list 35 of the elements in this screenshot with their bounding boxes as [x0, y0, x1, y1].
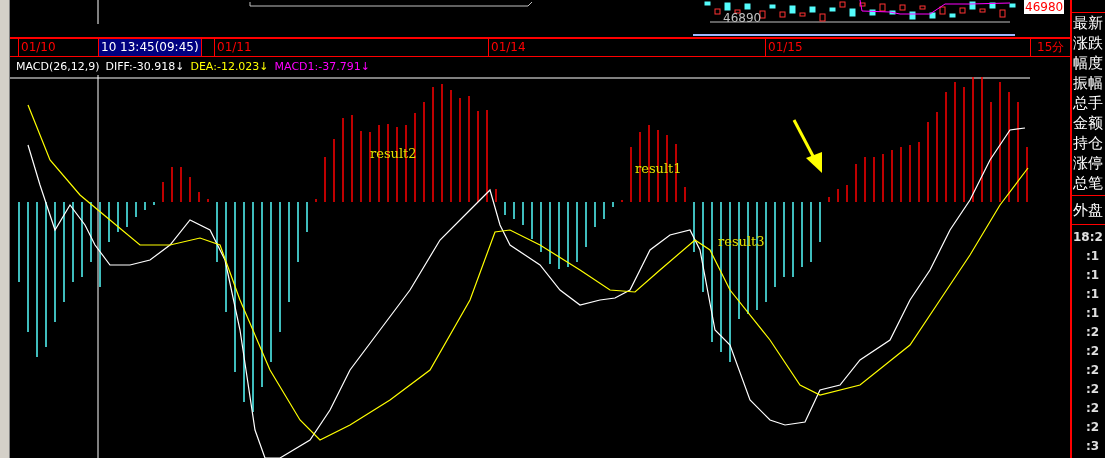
quote-label: 振幅 — [1072, 73, 1104, 93]
trade-time: :2 — [1085, 362, 1101, 379]
time-axis-label: 10 13:45(09:45) — [98, 39, 202, 56]
time-axis-label: 01/14 — [488, 39, 528, 56]
trade-time: :2 — [1085, 343, 1101, 360]
time-axis-label: 01/11 — [214, 39, 254, 56]
arrow-icon — [792, 118, 824, 174]
price-tag: 46980 — [1024, 0, 1065, 14]
quote-label: 总手 — [1072, 93, 1104, 113]
quote-label: 最新 — [1072, 13, 1104, 33]
quote-label: 总笔 — [1072, 173, 1104, 193]
trade-time: :1 — [1085, 305, 1101, 322]
indicator-value: DEA:-12.023↓ — [190, 60, 269, 72]
trade-time: :1 — [1085, 248, 1101, 265]
quote-label: 外盘 — [1072, 201, 1103, 219]
quote-label: 涨跌 — [1072, 33, 1104, 53]
period-label: 15分 — [1030, 39, 1070, 56]
indicator-value: MACD1:-37.791↓ — [274, 60, 370, 72]
quote-label: 金额 — [1072, 113, 1104, 133]
trade-time: :2 — [1085, 324, 1101, 341]
trade-time: 18:2 — [1072, 229, 1104, 246]
indicator-name: MACD(26,12,9) — [16, 60, 100, 72]
time-axis-label: 01/10 — [18, 39, 58, 56]
trade-time: :2 — [1085, 419, 1101, 436]
quote-label: 持仓 — [1072, 133, 1104, 153]
indicator-value: DIFF:-30.918↓ — [105, 60, 185, 72]
quote-label: 涨停 — [1072, 153, 1104, 173]
trade-time: :3 — [1085, 438, 1101, 455]
trade-time: :2 — [1085, 381, 1101, 398]
trade-time: :2 — [1085, 400, 1101, 417]
trade-time: :1 — [1085, 286, 1101, 303]
time-axis-label: 01/15 — [765, 39, 805, 56]
quote-label: 幅度 — [1072, 53, 1104, 73]
low-price-label: 46890 — [723, 12, 762, 24]
trade-time: :1 — [1085, 267, 1101, 284]
